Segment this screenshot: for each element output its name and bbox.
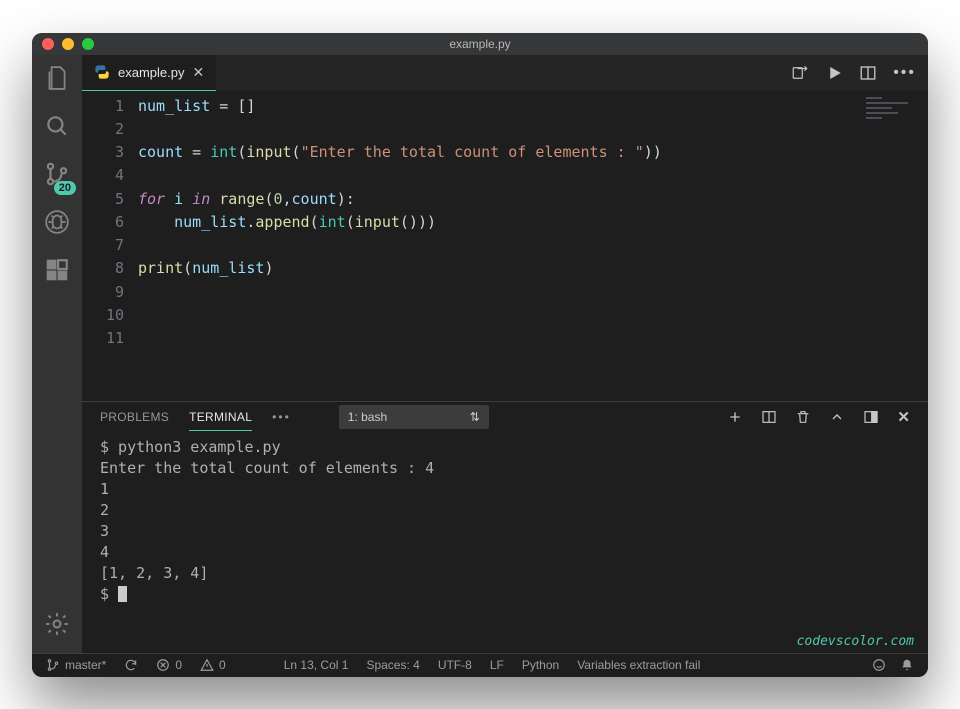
status-errors[interactable]: 0 xyxy=(156,658,182,672)
split-editor-icon[interactable] xyxy=(859,64,877,82)
debug-icon[interactable] xyxy=(44,209,70,239)
status-ext-msg[interactable]: Variables extraction fail xyxy=(577,658,700,672)
split-terminal-icon[interactable] xyxy=(761,409,777,425)
explorer-icon[interactable] xyxy=(44,65,70,95)
terminal-cursor xyxy=(118,586,127,602)
status-encoding[interactable]: UTF-8 xyxy=(438,658,472,672)
search-icon[interactable] xyxy=(44,113,70,143)
terminal-output[interactable]: $ python3 example.py Enter the total cou… xyxy=(82,433,928,653)
new-terminal-icon[interactable] xyxy=(727,409,743,425)
status-feedback-icon[interactable] xyxy=(872,658,886,672)
status-eol[interactable]: LF xyxy=(490,658,504,672)
panel-tab-more[interactable]: ••• xyxy=(272,404,291,430)
status-bell-icon[interactable] xyxy=(900,658,914,672)
source-control-icon[interactable]: 20 xyxy=(44,161,70,191)
minimap[interactable] xyxy=(866,97,920,137)
panel-tab-terminal[interactable]: TERMINAL xyxy=(189,404,252,431)
compare-icon[interactable] xyxy=(791,64,809,82)
tab-example-py[interactable]: example.py ✕ xyxy=(82,55,216,91)
window-title: example.py xyxy=(32,37,928,51)
status-cursor-pos[interactable]: Ln 13, Col 1 xyxy=(284,658,349,672)
editor-actions: ••• xyxy=(779,55,928,91)
status-sync-icon[interactable] xyxy=(124,658,138,672)
extensions-icon[interactable] xyxy=(44,257,70,287)
maximize-panel-icon[interactable] xyxy=(829,409,845,425)
scm-badge: 20 xyxy=(54,181,76,195)
code-content[interactable]: num_list = [] count = int(input("Enter t… xyxy=(138,91,662,401)
kill-terminal-icon[interactable] xyxy=(795,409,811,425)
chevron-updown-icon: ⇅ xyxy=(470,410,480,424)
terminal-selector[interactable]: 1: bash ⇅ xyxy=(339,405,489,429)
status-indent[interactable]: Spaces: 4 xyxy=(366,658,419,672)
run-icon[interactable] xyxy=(825,64,843,82)
editor-group: example.py ✕ ••• 1234567891011 num_list … xyxy=(82,55,928,653)
panel-tab-bar: PROBLEMS TERMINAL ••• 1: bash ⇅ ✕ xyxy=(82,402,928,433)
watermark: codevscolor.com xyxy=(797,634,914,649)
status-warnings[interactable]: 0 xyxy=(200,658,226,672)
settings-gear-icon[interactable] xyxy=(44,611,70,641)
python-file-icon xyxy=(94,64,110,80)
panel-tab-problems[interactable]: PROBLEMS xyxy=(100,404,169,430)
more-actions-icon[interactable]: ••• xyxy=(893,64,916,82)
tab-close-icon[interactable]: ✕ xyxy=(192,64,204,81)
bottom-panel: PROBLEMS TERMINAL ••• 1: bash ⇅ ✕ xyxy=(82,401,928,653)
titlebar: example.py xyxy=(32,33,928,55)
vscode-window: example.py 20 xyxy=(32,33,928,677)
line-number-gutter: 1234567891011 xyxy=(82,91,138,401)
status-branch[interactable]: master* xyxy=(46,658,106,672)
toggle-panel-icon[interactable] xyxy=(863,409,879,425)
tab-label: example.py xyxy=(118,65,184,80)
tab-bar: example.py ✕ ••• xyxy=(82,55,928,91)
status-language[interactable]: Python xyxy=(522,658,559,672)
activity-bar: 20 xyxy=(32,55,82,653)
close-panel-icon[interactable]: ✕ xyxy=(897,408,910,426)
code-editor[interactable]: 1234567891011 num_list = [] count = int(… xyxy=(82,91,928,401)
status-bar: master* 0 0 Ln 13, Col 1 Spaces: 4 UTF-8… xyxy=(32,653,928,677)
